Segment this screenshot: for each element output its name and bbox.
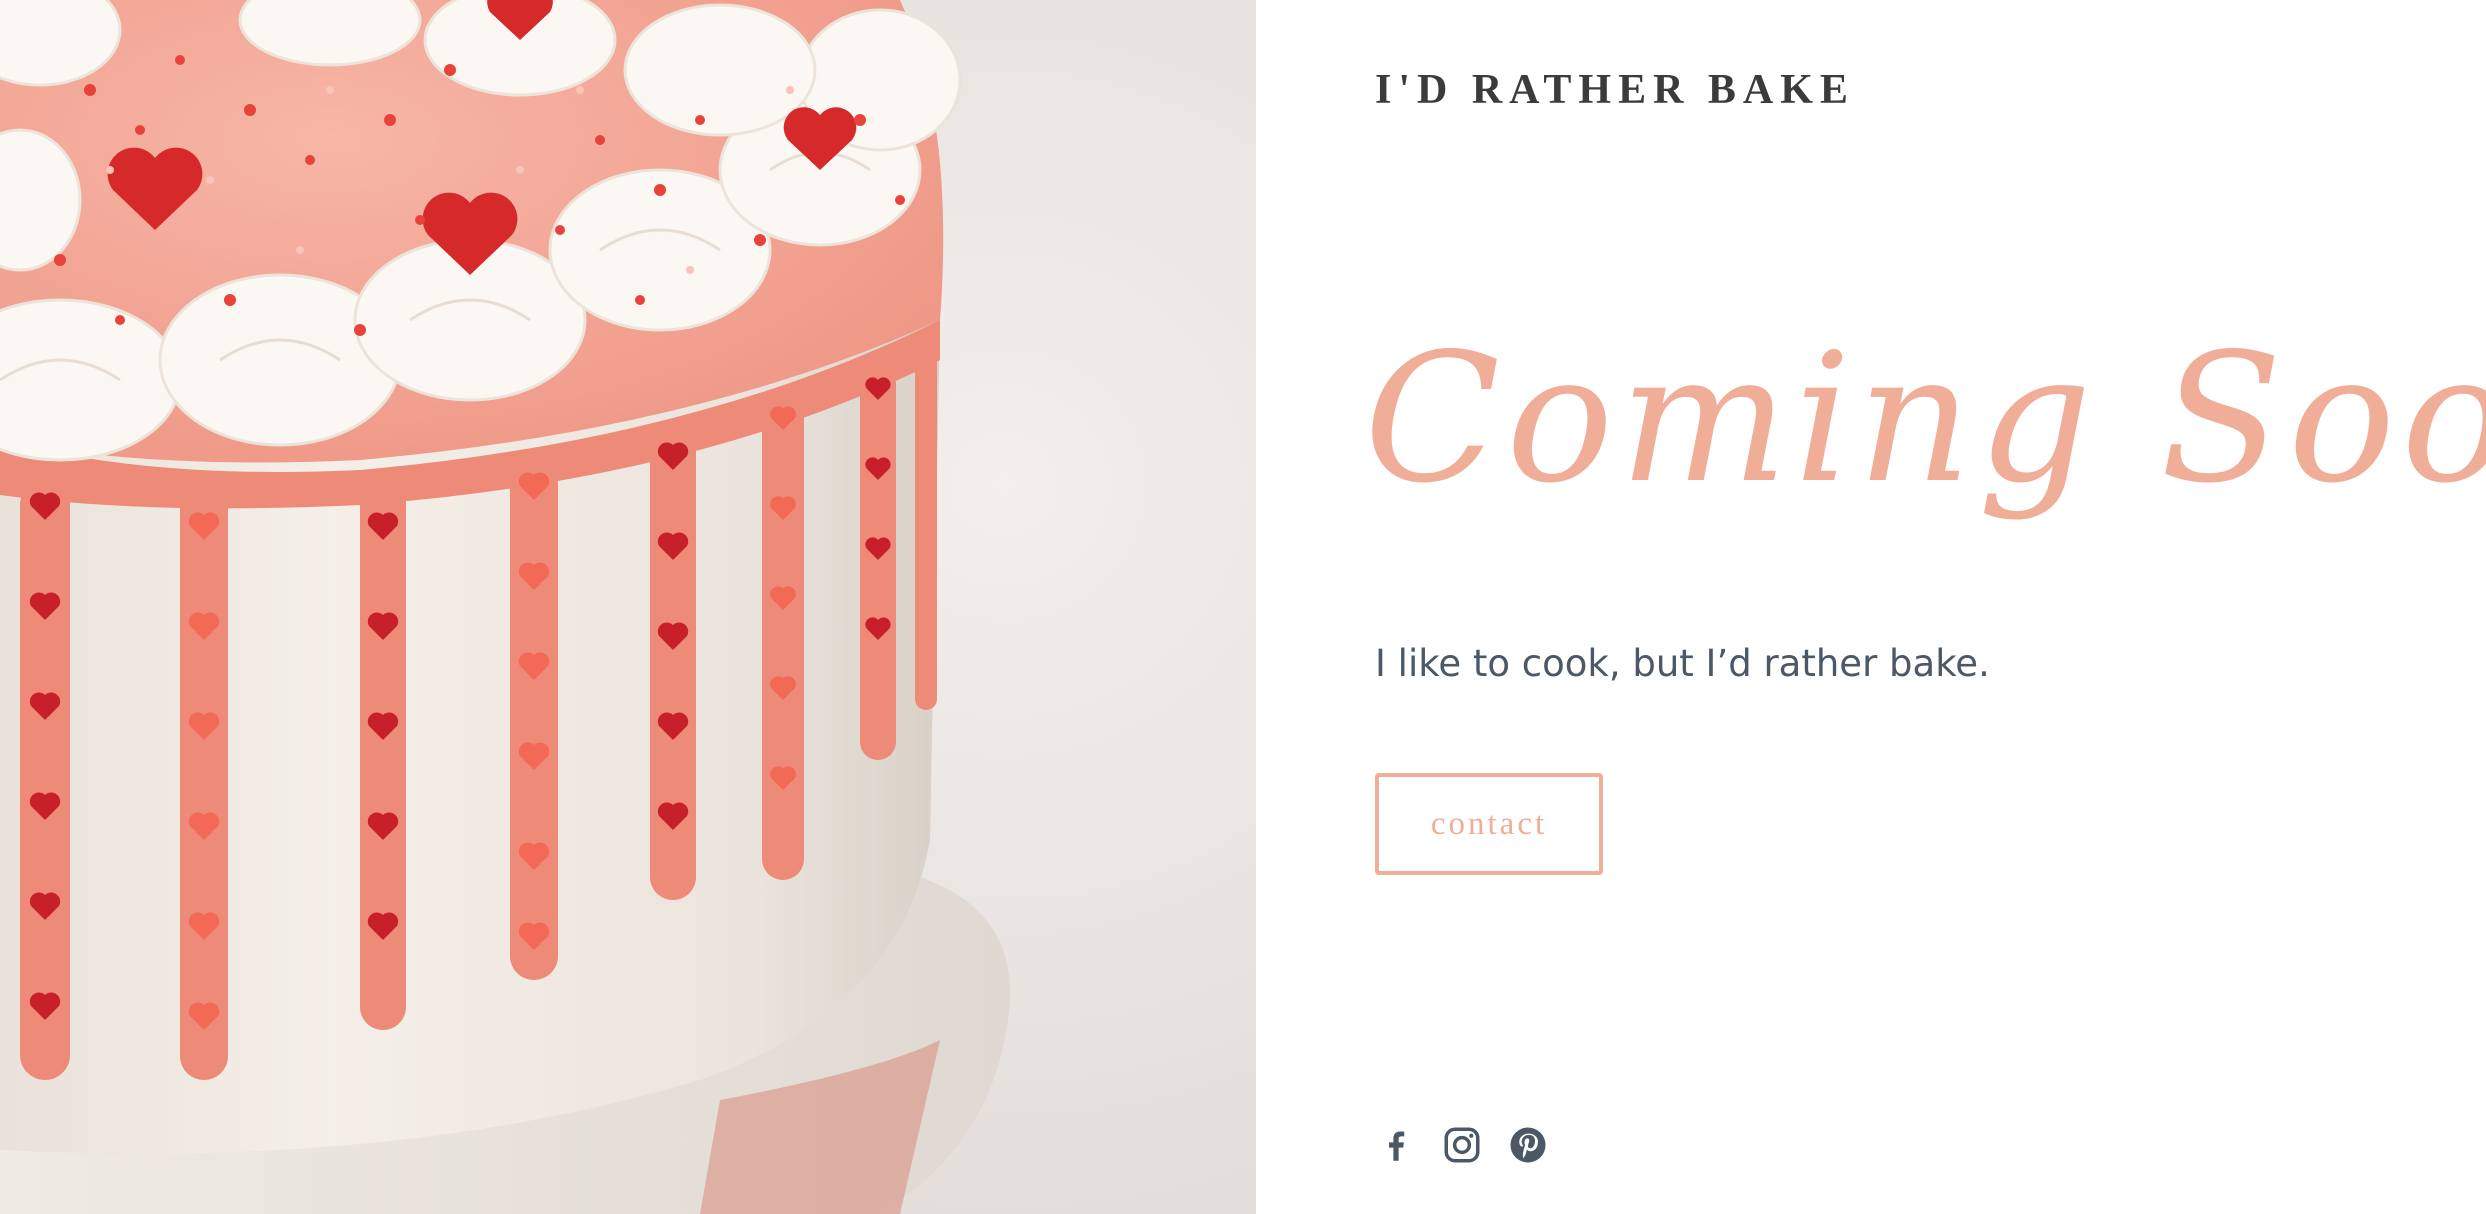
- coming-soon-heading: Coming Soon: [1364, 315, 2486, 522]
- facebook-link[interactable]: [1375, 1124, 1417, 1166]
- pinterest-link[interactable]: [1507, 1124, 1549, 1166]
- facebook-icon: [1389, 1131, 1405, 1161]
- site-title[interactable]: I'D RATHER BAKE: [1375, 66, 1855, 114]
- tagline: I like to cook, but I’d rather bake.: [1375, 642, 1990, 685]
- instagram-link[interactable]: [1441, 1124, 1483, 1166]
- hero-cake-image: [0, 0, 1256, 1214]
- pinterest-icon: [1510, 1127, 1546, 1163]
- coming-soon-page: I'D RATHER BAKE Coming Soon I like to co…: [0, 0, 2486, 1214]
- instagram-icon: [1444, 1127, 1480, 1163]
- content-panel: I'D RATHER BAKE Coming Soon I like to co…: [1256, 0, 2486, 1214]
- contact-button[interactable]: contact: [1375, 773, 1603, 875]
- social-links: [1375, 1124, 1549, 1166]
